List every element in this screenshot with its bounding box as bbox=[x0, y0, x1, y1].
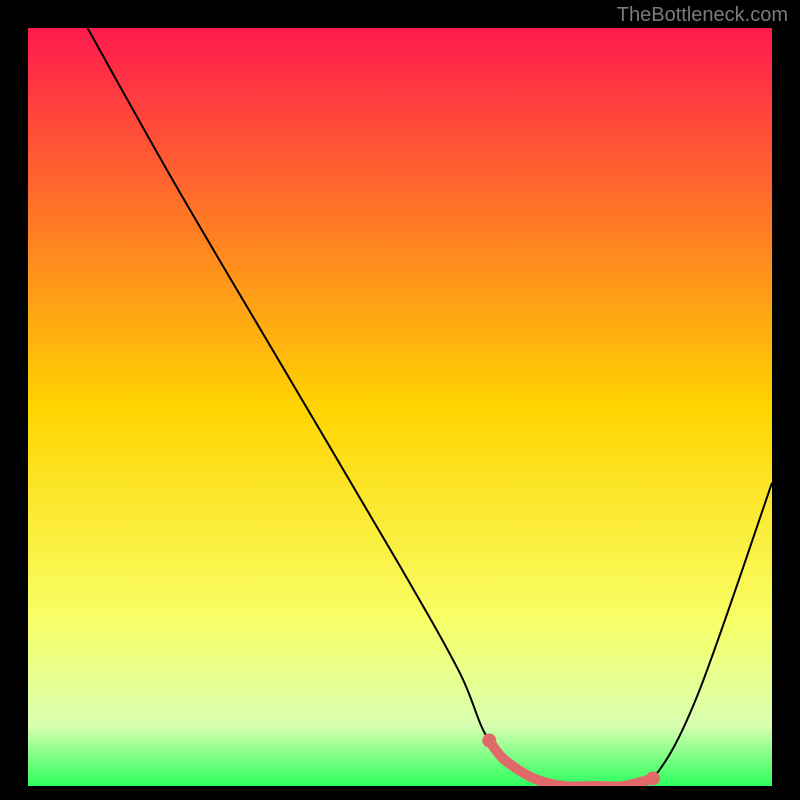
optimal-range-end-dot bbox=[646, 771, 660, 785]
chart-svg bbox=[28, 28, 772, 786]
optimal-range-start-dot bbox=[482, 734, 496, 748]
attribution-label: TheBottleneck.com bbox=[617, 4, 788, 27]
chart-plot-area bbox=[28, 28, 772, 786]
chart-background bbox=[28, 28, 772, 786]
